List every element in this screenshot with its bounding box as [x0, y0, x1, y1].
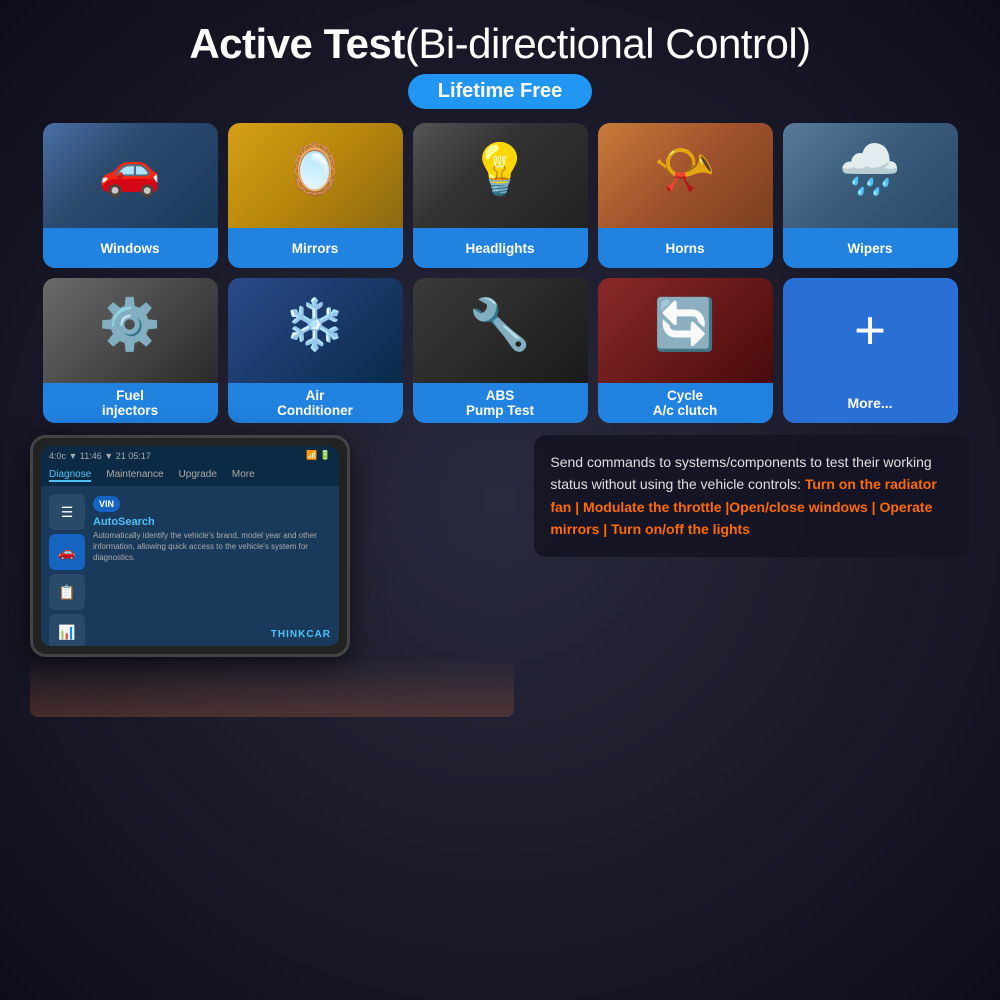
- tablet-chart-icon[interactable]: 📊: [49, 614, 85, 646]
- abs-image: [413, 278, 588, 383]
- horns-image: [598, 123, 773, 228]
- feature-card-air-conditioner[interactable]: Air Conditioner: [228, 278, 403, 423]
- feature-card-horns[interactable]: Horns: [598, 123, 773, 268]
- tablet-topbar: 4:0c ▼ 11:46 ▼ 21 05:17 📶 🔋: [41, 446, 339, 465]
- lifetime-badge: Lifetime Free: [408, 74, 592, 109]
- more-image-area: +: [783, 278, 958, 383]
- feature-card-mirrors[interactable]: Mirrors: [228, 123, 403, 268]
- feature-row-1: Windows Mirrors Headlights Horns Wipers: [30, 123, 970, 268]
- hand-illustration: [30, 657, 514, 717]
- tablet-main-area: VIN AutoSearch Automatically identify th…: [93, 494, 331, 646]
- fuel-label: Fuel injectors: [43, 383, 218, 423]
- mirrors-image: [228, 123, 403, 228]
- bottom-section: 4:0c ▼ 11:46 ▼ 21 05:17 📶 🔋 Diagnose Mai…: [30, 435, 970, 717]
- tablet-nav-diagnose[interactable]: Diagnose: [49, 469, 91, 482]
- tablet-autosearch-label: AutoSearch: [93, 516, 331, 528]
- abs-label: ABS Pump Test: [413, 383, 588, 423]
- ac-label: Air Conditioner: [228, 383, 403, 423]
- title-normal: (Bi-directional Control): [405, 20, 811, 67]
- windows-image: [43, 123, 218, 228]
- page-title: Active Test(Bi-directional Control): [30, 20, 970, 68]
- tablet-mockup: 4:0c ▼ 11:46 ▼ 21 05:17 📶 🔋 Diagnose Mai…: [30, 435, 514, 717]
- tablet-nav-maintenance[interactable]: Maintenance: [106, 469, 163, 482]
- tablet-status-right: 📶 🔋: [306, 450, 331, 461]
- headlights-label: Headlights: [413, 228, 588, 268]
- title-section: Active Test(Bi-directional Control) Life…: [30, 20, 970, 109]
- tablet-vin-badge: VIN: [93, 496, 120, 512]
- info-box: Send commands to systems/components to t…: [534, 435, 970, 557]
- tablet-content: ☰ 🚗 📋 📊 📝 VIN AutoSearch Automatically i…: [41, 486, 339, 646]
- feature-card-abs-pump[interactable]: ABS Pump Test: [413, 278, 588, 423]
- cycle-label: Cycle A/c clutch: [598, 383, 773, 423]
- tablet-status-left: 4:0c ▼ 11:46 ▼ 21 05:17: [49, 451, 151, 461]
- feature-row-2: Fuel injectors Air Conditioner ABS Pump …: [30, 278, 970, 423]
- main-content: Active Test(Bi-directional Control) Life…: [0, 0, 1000, 737]
- tablet-description: Automatically identify the vehicle's bra…: [93, 530, 331, 564]
- wipers-image: [783, 123, 958, 228]
- feature-card-headlights[interactable]: Headlights: [413, 123, 588, 268]
- mirrors-label: Mirrors: [228, 228, 403, 268]
- tablet-menu-icon[interactable]: ☰: [49, 494, 85, 530]
- headlights-image: [413, 123, 588, 228]
- ac-image: [228, 278, 403, 383]
- tablet-sidebar: ☰ 🚗 📋 📊 📝: [49, 494, 85, 646]
- horns-label: Horns: [598, 228, 773, 268]
- more-label: More...: [783, 383, 958, 423]
- feature-grid: Windows Mirrors Headlights Horns Wipers: [30, 123, 970, 423]
- wipers-label: Wipers: [783, 228, 958, 268]
- tablet-brand-label: THINKCAR: [271, 629, 331, 640]
- tablet-device: 4:0c ▼ 11:46 ▼ 21 05:17 📶 🔋 Diagnose Mai…: [30, 435, 350, 657]
- tablet-car-icon[interactable]: 🚗: [49, 534, 85, 570]
- tablet-nav: Diagnose Maintenance Upgrade More: [41, 465, 339, 486]
- feature-card-cycle-ac[interactable]: Cycle A/c clutch: [598, 278, 773, 423]
- feature-card-wipers[interactable]: Wipers: [783, 123, 958, 268]
- cycle-image: [598, 278, 773, 383]
- tablet-nav-more[interactable]: More: [232, 469, 255, 482]
- windows-label: Windows: [43, 228, 218, 268]
- title-bold: Active Test: [189, 20, 404, 67]
- tablet-screen: 4:0c ▼ 11:46 ▼ 21 05:17 📶 🔋 Diagnose Mai…: [41, 446, 339, 646]
- fuel-image: [43, 278, 218, 383]
- feature-card-windows[interactable]: Windows: [43, 123, 218, 268]
- feature-card-more[interactable]: + More...: [783, 278, 958, 423]
- tablet-nav-upgrade[interactable]: Upgrade: [179, 469, 217, 482]
- feature-card-fuel-injectors[interactable]: Fuel injectors: [43, 278, 218, 423]
- plus-icon: +: [854, 303, 886, 358]
- tablet-list-icon[interactable]: 📋: [49, 574, 85, 610]
